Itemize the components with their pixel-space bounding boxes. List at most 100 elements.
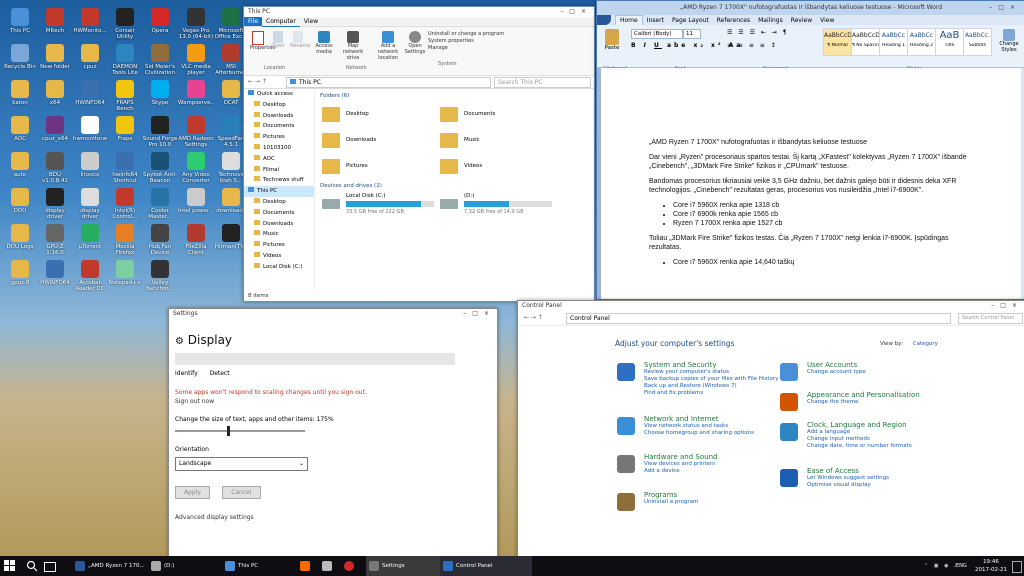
desktop-icon[interactable]: FRAPS Bench Viewer: [107, 78, 143, 118]
cp-category-title[interactable]: Appearance and Personalisation: [807, 391, 1007, 399]
map-network-drive-button[interactable]: Map network drive: [338, 31, 368, 61]
nav-item[interactable]: Desktop: [244, 197, 314, 208]
folder-tile[interactable]: Desktop: [322, 105, 432, 127]
cancel-button[interactable]: Cancel: [222, 486, 261, 499]
nav-item[interactable]: Downloads: [244, 219, 314, 230]
opera-icon[interactable]: [344, 561, 354, 571]
view-by-select[interactable]: Category: [913, 341, 938, 347]
category-icon[interactable]: [617, 417, 635, 435]
desktop-icon[interactable]: Notepad++: [107, 258, 143, 298]
desktop-icon[interactable]: Vegas Pro 13.0 (64-bit): [178, 6, 214, 46]
desktop-icon[interactable]: Skype: [142, 78, 178, 118]
desktop-icon[interactable]: Acrobat Reader DC: [72, 258, 108, 298]
desktop-icon[interactable]: hwinfo64 Shortcut: [107, 150, 143, 190]
desktop-icon[interactable]: AOC: [2, 114, 38, 154]
language-indicator[interactable]: ENG: [956, 556, 967, 576]
nav-item[interactable]: Pictures: [244, 240, 314, 251]
nav-item[interactable]: Downloads: [244, 111, 314, 122]
taskbar-item-word[interactable]: „AMD Ryzen 7 170...: [72, 556, 160, 576]
desktop-icon[interactable]: Fraps: [107, 114, 143, 154]
word-tab-references[interactable]: References: [713, 16, 754, 25]
cp-category-title[interactable]: User Accounts: [807, 361, 1007, 369]
word-window[interactable]: „AMD Ryzen 7 1700X" nufotografuotas ir i…: [596, 0, 1024, 300]
word-tab-insert[interactable]: Insert: [643, 16, 668, 25]
file-explorer-window[interactable]: This PC –□× File Computer View Properties O…: [243, 6, 595, 302]
monitor-preview[interactable]: [175, 353, 455, 365]
desktop-icon[interactable]: Valley Benchm...: [142, 258, 178, 298]
folder-tile[interactable]: Downloads: [322, 131, 432, 153]
notification-icon[interactable]: [1012, 561, 1022, 573]
drive-tile[interactable]: Local Disk (C:) 33,5 GB free of 222 GB: [322, 193, 436, 225]
taskbar-item-explorer[interactable]: This PC: [222, 556, 308, 576]
category-icon[interactable]: [780, 469, 798, 487]
cp-category-link[interactable]: Add a language: [807, 429, 1007, 436]
desktop-icon[interactable]: HWiNFO64: [37, 258, 73, 298]
desktop-icon[interactable]: gpuz-8: [2, 258, 38, 298]
desktop-icon[interactable]: cpuz_x64: [37, 114, 73, 154]
word-tab-page-layout[interactable]: Page Layout: [668, 16, 713, 25]
font-name-select[interactable]: Calibri (Body): [631, 29, 683, 39]
cp-category-link[interactable]: Optimise visual display: [807, 482, 1007, 489]
folder-tile[interactable]: Music: [440, 131, 550, 153]
tray-icons[interactable]: ⌃ ▣ ◉ ♪: [924, 556, 959, 576]
nav-item[interactable]: Music: [244, 229, 314, 240]
folder-tile[interactable]: Documents: [440, 105, 550, 127]
cp-nav-arrows[interactable]: ← → ↑: [524, 311, 543, 325]
cp-titlebar[interactable]: Control Panel –□×: [518, 301, 1024, 311]
desktop-icon[interactable]: Hub Fan Device: [142, 222, 178, 262]
paragraph-buttons[interactable]: ☰ ☰ ☰ ⇤ ⇥ ¶: [727, 29, 789, 36]
desktop-icon[interactable]: µTorrent: [72, 222, 108, 262]
desktop-icon[interactable]: AMD Radeon Settings: [178, 114, 214, 154]
folder-tile[interactable]: Videos: [440, 157, 550, 179]
address-bar[interactable]: This PC: [286, 77, 491, 88]
cp-category-title[interactable]: Clock, Language and Region: [807, 421, 1007, 429]
tab-view[interactable]: View: [300, 17, 322, 26]
nav-item[interactable]: 10103100: [244, 143, 314, 154]
scale-slider-track[interactable]: [175, 426, 305, 436]
task-view-icon[interactable]: [44, 562, 56, 572]
properties-button[interactable]: Properties: [250, 31, 275, 51]
category-icon[interactable]: [780, 363, 798, 381]
scale-slider-thumb[interactable]: [227, 426, 230, 436]
cp-category-link[interactable]: Back up and Restore (Windows 7): [644, 383, 844, 390]
desktop-icon[interactable]: This PC: [2, 6, 38, 46]
word-tab-review[interactable]: Review: [787, 16, 816, 25]
apply-button[interactable]: Apply: [175, 486, 210, 499]
desktop-icon[interactable]: katon: [2, 78, 38, 118]
desktop-icon[interactable]: DAEMON Tools Lite: [107, 42, 143, 82]
nav-item[interactable]: Pictures: [244, 132, 314, 143]
desktop-icon[interactable]: Sound Forge Pro 10.0: [142, 114, 178, 154]
cp-category-link[interactable]: Change account type: [807, 369, 1007, 376]
category-icon[interactable]: [617, 455, 635, 473]
open-button[interactable]: Open: [270, 31, 286, 51]
detect-link[interactable]: Detect: [210, 370, 230, 377]
identify-link[interactable]: Identify: [175, 370, 198, 377]
desktop-icon[interactable]: Corsair Utility Engine: [107, 6, 143, 46]
desktop-icon[interactable]: DDU Logs: [2, 222, 38, 262]
sign-out-link[interactable]: Sign out now: [175, 398, 214, 405]
calculator-icon[interactable]: [322, 561, 332, 571]
cp-category-title[interactable]: Programs: [644, 491, 844, 499]
add-network-location-button[interactable]: Add a network location: [372, 31, 404, 61]
desktop-icon[interactable]: display driver uninst...: [72, 186, 108, 226]
cp-category-link[interactable]: Change input methods: [807, 436, 1007, 443]
nav-item[interactable]: This PC: [244, 186, 314, 197]
settings-window-controls[interactable]: –□×: [463, 309, 495, 319]
settings-window[interactable]: Settings –□× ⚙ Display Identify Detect So…: [168, 308, 498, 558]
change-styles-button[interactable]: Change Styles: [997, 29, 1021, 53]
style-swatch[interactable]: AaBbCc Heading 2: [907, 28, 936, 56]
desktop-icon[interactable]: GPU-Z 1.16.0: [37, 222, 73, 262]
cp-search-input[interactable]: Search Control Panel: [958, 313, 1023, 324]
control-panel-window[interactable]: Control Panel –□× ← → ↑ Control Panel Sea…: [517, 300, 1024, 558]
desktop-icon[interactable]: Sid Meier's Civilization VI: [142, 42, 178, 82]
category-icon[interactable]: [780, 393, 798, 411]
desktop-icon[interactable]: Intel power...: [178, 186, 214, 226]
paste-button[interactable]: Paste: [601, 29, 623, 51]
style-swatch[interactable]: AaB Title: [935, 28, 964, 56]
pinned-app-icon[interactable]: [300, 561, 310, 571]
desktop-icon[interactable]: New folder: [37, 42, 73, 82]
alignment-buttons[interactable]: ≡ ≡ ≡ ≡ ↕: [727, 42, 778, 49]
office-button[interactable]: [597, 15, 611, 25]
search-icon[interactable]: [26, 560, 38, 574]
desktop-icon[interactable]: auto: [2, 150, 38, 190]
